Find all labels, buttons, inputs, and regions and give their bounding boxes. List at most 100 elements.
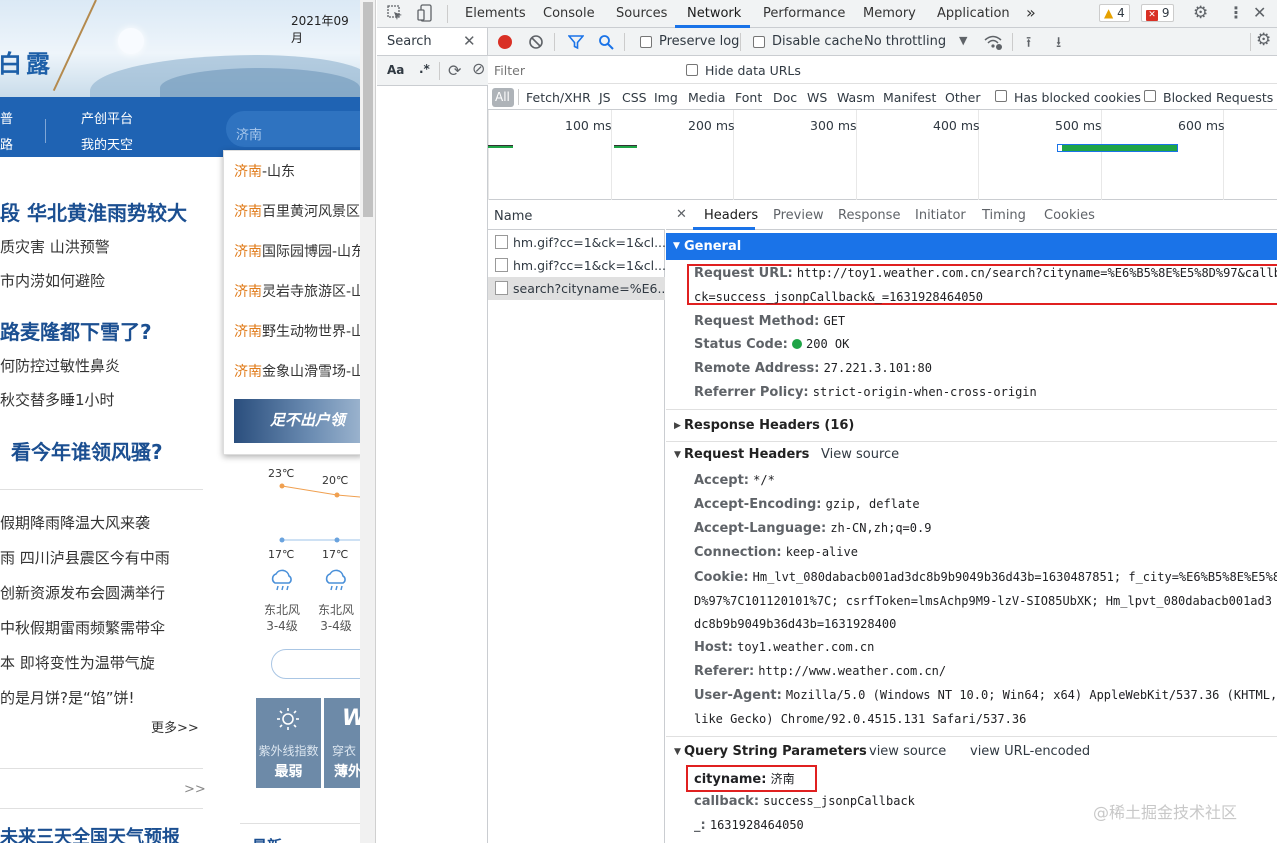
tab-cookies[interactable]: Cookies bbox=[1044, 208, 1095, 223]
promo-banner[interactable]: 足不出户领 bbox=[234, 399, 360, 443]
tab-timing[interactable]: Timing bbox=[982, 208, 1026, 223]
more-link-2[interactable]: >> bbox=[184, 782, 206, 797]
record-button[interactable] bbox=[498, 35, 512, 49]
kebab-menu-icon[interactable]: ⋮ bbox=[1228, 3, 1244, 22]
hide-data-urls-checkbox[interactable] bbox=[686, 64, 698, 76]
tab-headers[interactable]: Headers bbox=[704, 208, 758, 223]
news-item[interactable]: 何防控过敏性鼻炎 bbox=[0, 355, 120, 376]
clear-log-icon[interactable] bbox=[528, 34, 544, 50]
filter-funnel-icon[interactable] bbox=[568, 34, 584, 50]
settings-gear-icon[interactable]: ⚙ bbox=[1193, 3, 1208, 23]
type-filter-doc[interactable]: Doc bbox=[773, 90, 797, 105]
type-filter-all[interactable]: All bbox=[492, 88, 514, 107]
clothing-tile[interactable]: W 穿衣 薄外 bbox=[324, 698, 360, 788]
suggestion-item[interactable]: 济南国际园博园-山东 bbox=[234, 241, 360, 261]
tab-preview[interactable]: Preview bbox=[773, 208, 824, 223]
expand-triangle-icon[interactable]: ▼ bbox=[674, 747, 681, 757]
scrollbar-thumb[interactable] bbox=[363, 2, 373, 217]
type-filter-other[interactable]: Other bbox=[945, 90, 981, 105]
news-item[interactable]: 的是月饼?是“馅”饼! bbox=[0, 687, 135, 708]
news-item[interactable]: 质灾害 山洪预警 bbox=[0, 236, 110, 257]
more-tabs-icon[interactable]: » bbox=[1026, 3, 1036, 22]
collapsed-triangle-icon[interactable]: ▶ bbox=[674, 421, 681, 431]
headline[interactable]: 路麦隆都下雪了? bbox=[0, 316, 152, 345]
news-item[interactable]: 假期降雨降温大风来袭 bbox=[0, 512, 150, 533]
nav-link-2[interactable]: 路 bbox=[0, 134, 13, 153]
network-conditions-icon[interactable] bbox=[983, 33, 1003, 51]
request-row[interactable]: hm.gif?cc=1&ck=1&cl... bbox=[488, 254, 665, 277]
type-filter-manifest[interactable]: Manifest bbox=[883, 90, 936, 105]
request-row[interactable]: hm.gif?cc=1&ck=1&cl... bbox=[488, 231, 665, 254]
tab-elements[interactable]: Elements bbox=[465, 6, 526, 21]
nav-link-my-sky[interactable]: 我的天空 bbox=[81, 134, 133, 153]
response-headers-section[interactable]: Response Headers (16) bbox=[684, 418, 854, 433]
dropdown-caret-icon[interactable]: ▼ bbox=[959, 34, 967, 47]
preserve-log-checkbox[interactable] bbox=[640, 36, 652, 48]
suggestion-item[interactable]: 济南金象山滑雪场-山东 bbox=[234, 361, 360, 381]
close-search-icon[interactable]: ✕ bbox=[463, 32, 476, 50]
tab-application[interactable]: Application bbox=[937, 6, 1010, 21]
tab-sources[interactable]: Sources bbox=[616, 6, 667, 21]
import-har-icon[interactable]: ⭱ bbox=[1026, 32, 1031, 57]
news-item[interactable]: 雨 四川泸县震区今有中雨 bbox=[0, 547, 170, 568]
blocked-requests-checkbox[interactable] bbox=[1144, 90, 1156, 102]
export-har-icon[interactable]: ⭳ bbox=[1056, 32, 1061, 57]
headline[interactable]: 未来三天全国天气预报 bbox=[0, 823, 180, 843]
match-case-toggle[interactable]: Aa bbox=[387, 63, 404, 77]
type-filter-css[interactable]: CSS bbox=[622, 90, 647, 105]
tab-console[interactable]: Console bbox=[543, 6, 595, 21]
filter-input[interactable] bbox=[492, 61, 672, 80]
type-filter-wasm[interactable]: Wasm bbox=[837, 90, 875, 105]
type-filter-font[interactable]: Font bbox=[735, 90, 762, 105]
type-filter-fetch-xhr[interactable]: Fetch/XHR bbox=[526, 90, 591, 105]
warnings-badge[interactable]: ▲ 4 bbox=[1099, 4, 1130, 22]
regex-toggle[interactable]: .* bbox=[419, 62, 430, 76]
news-item[interactable]: 市内涝如何避险 bbox=[0, 270, 105, 291]
type-filter-js[interactable]: JS bbox=[599, 90, 611, 105]
type-filter-ws[interactable]: WS bbox=[807, 90, 827, 105]
clear-search-icon[interactable]: ⊘ bbox=[472, 59, 485, 78]
general-section-header[interactable]: ▼ General bbox=[666, 233, 1277, 260]
inspect-element-icon[interactable] bbox=[387, 5, 403, 21]
news-item[interactable]: 秋交替多睡1小时 bbox=[0, 389, 115, 410]
more-link[interactable]: 更多>> bbox=[151, 717, 199, 736]
has-blocked-cookies-checkbox[interactable] bbox=[995, 90, 1007, 102]
network-settings-gear-icon[interactable]: ⚙ bbox=[1256, 30, 1271, 50]
nav-link-1[interactable]: 普 bbox=[0, 108, 13, 127]
tab-memory[interactable]: Memory bbox=[863, 6, 916, 21]
request-row-selected[interactable]: search?cityname=%E6... bbox=[488, 277, 665, 300]
suggestion-item[interactable]: 济南野生动物世界-山东 bbox=[234, 321, 360, 341]
nav-link-product-platform[interactable]: 产创平台 bbox=[81, 108, 133, 127]
network-timeline-overview[interactable]: 100 ms 200 ms 300 ms 400 ms 500 ms 600 m… bbox=[488, 110, 1277, 200]
errors-badge[interactable]: ✕ 9 bbox=[1141, 4, 1175, 22]
news-item[interactable]: 中秋假期雷雨频繁需带伞 bbox=[0, 617, 165, 638]
news-item[interactable]: 本 即将变性为温带气旋 bbox=[0, 652, 155, 673]
city-search-input[interactable] bbox=[226, 111, 360, 147]
headline[interactable]: 看今年谁领风骚? bbox=[11, 436, 163, 465]
suggestion-item[interactable]: 济南百里黄河风景区 bbox=[234, 201, 360, 221]
refresh-icon[interactable]: ⟳ bbox=[448, 61, 461, 80]
weather-search-pill[interactable] bbox=[271, 649, 360, 679]
tab-initiator[interactable]: Initiator bbox=[915, 208, 966, 223]
headline[interactable]: 段 华北黄淮雨势较大 bbox=[0, 197, 187, 226]
tab-performance[interactable]: Performance bbox=[763, 6, 845, 21]
search-icon[interactable] bbox=[598, 34, 614, 50]
type-filter-media[interactable]: Media bbox=[688, 90, 726, 105]
suggestion-item[interactable]: 济南-山东 bbox=[234, 161, 295, 181]
tab-network[interactable]: Network bbox=[687, 6, 741, 21]
request-headers-section[interactable]: Request Headers bbox=[684, 447, 809, 462]
tab-response[interactable]: Response bbox=[838, 208, 900, 223]
query-string-section[interactable]: Query String Parameters bbox=[684, 744, 867, 759]
close-devtools-icon[interactable]: ✕ bbox=[1253, 3, 1266, 22]
name-column-header[interactable]: Name bbox=[494, 209, 532, 224]
close-details-icon[interactable]: ✕ bbox=[676, 207, 687, 222]
page-scrollbar[interactable] bbox=[360, 0, 376, 843]
expand-triangle-icon[interactable]: ▼ bbox=[674, 450, 681, 460]
view-source-link[interactable]: view source bbox=[869, 744, 946, 759]
news-item[interactable]: 创新资源发布会圆满举行 bbox=[0, 582, 165, 603]
bottom-heading[interactable]: 最新... bbox=[252, 835, 299, 843]
view-source-link[interactable]: View source bbox=[821, 447, 899, 462]
throttling-select[interactable]: No throttling bbox=[864, 34, 946, 49]
suggestion-item[interactable]: 济南灵岩寺旅游区-山东 bbox=[234, 281, 360, 301]
disable-cache-checkbox[interactable] bbox=[753, 36, 765, 48]
